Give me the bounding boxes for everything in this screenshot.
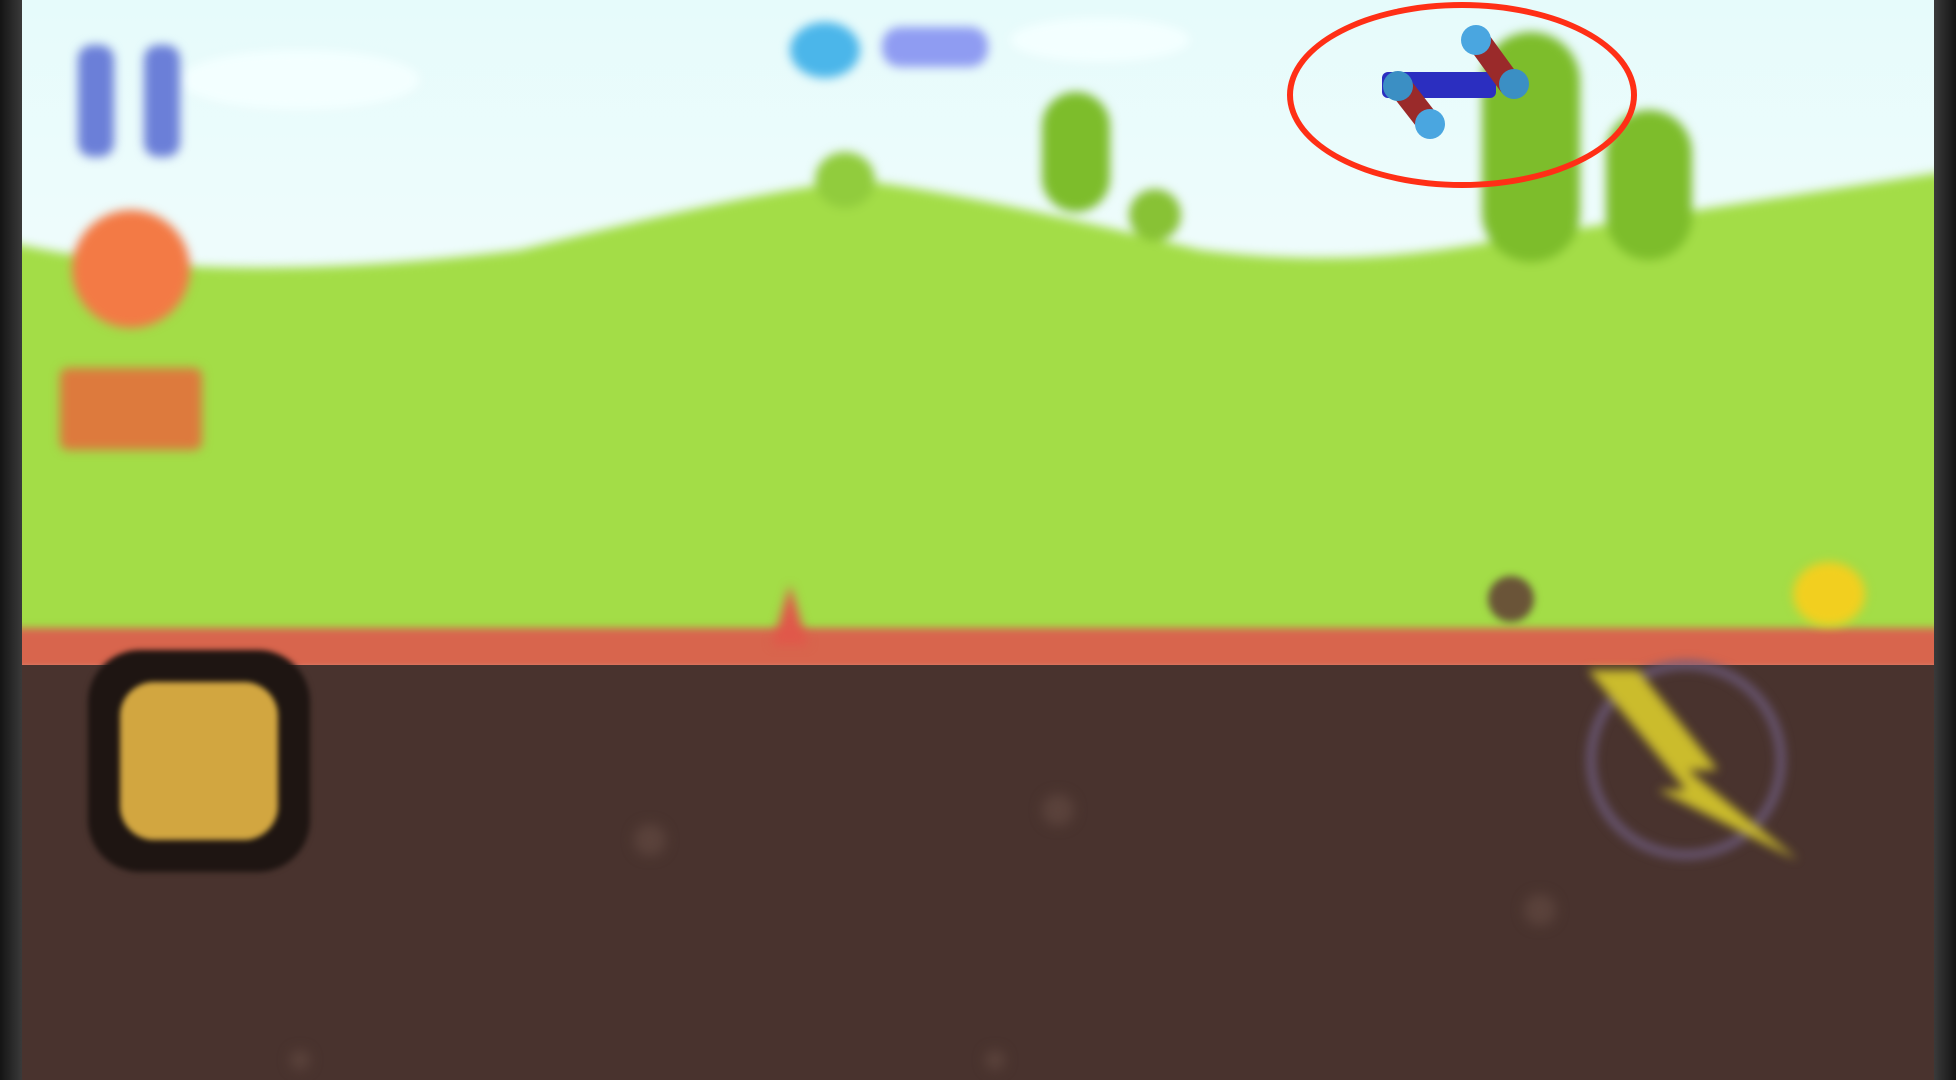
gold-coin xyxy=(1793,562,1865,626)
pause-icon-bar xyxy=(144,45,180,157)
life-indicator xyxy=(72,210,190,328)
spike-obstacle xyxy=(772,585,808,645)
score-panel xyxy=(60,368,202,450)
game-canvas[interactable] xyxy=(0,0,1956,1080)
jump-button[interactable] xyxy=(88,650,310,872)
coin-icon xyxy=(790,22,860,78)
rock-obstacle xyxy=(1488,576,1534,622)
ability-button[interactable] xyxy=(1568,660,1808,890)
left-border xyxy=(0,0,22,1080)
pebble xyxy=(1042,794,1074,826)
pebble xyxy=(985,1050,1005,1070)
pause-icon xyxy=(78,45,114,157)
square-button-icon xyxy=(120,682,278,840)
coin-counter xyxy=(882,27,988,67)
right-border xyxy=(1934,0,1956,1080)
pebble xyxy=(290,1050,310,1070)
pebble xyxy=(1524,894,1556,926)
cloud xyxy=(180,50,420,110)
highlight-annotation xyxy=(1287,2,1637,188)
bush xyxy=(1129,189,1181,241)
pause-button[interactable] xyxy=(74,45,184,157)
cloud xyxy=(1010,18,1190,62)
pebble xyxy=(634,824,666,856)
tree xyxy=(1042,92,1110,212)
bush xyxy=(815,152,875,208)
